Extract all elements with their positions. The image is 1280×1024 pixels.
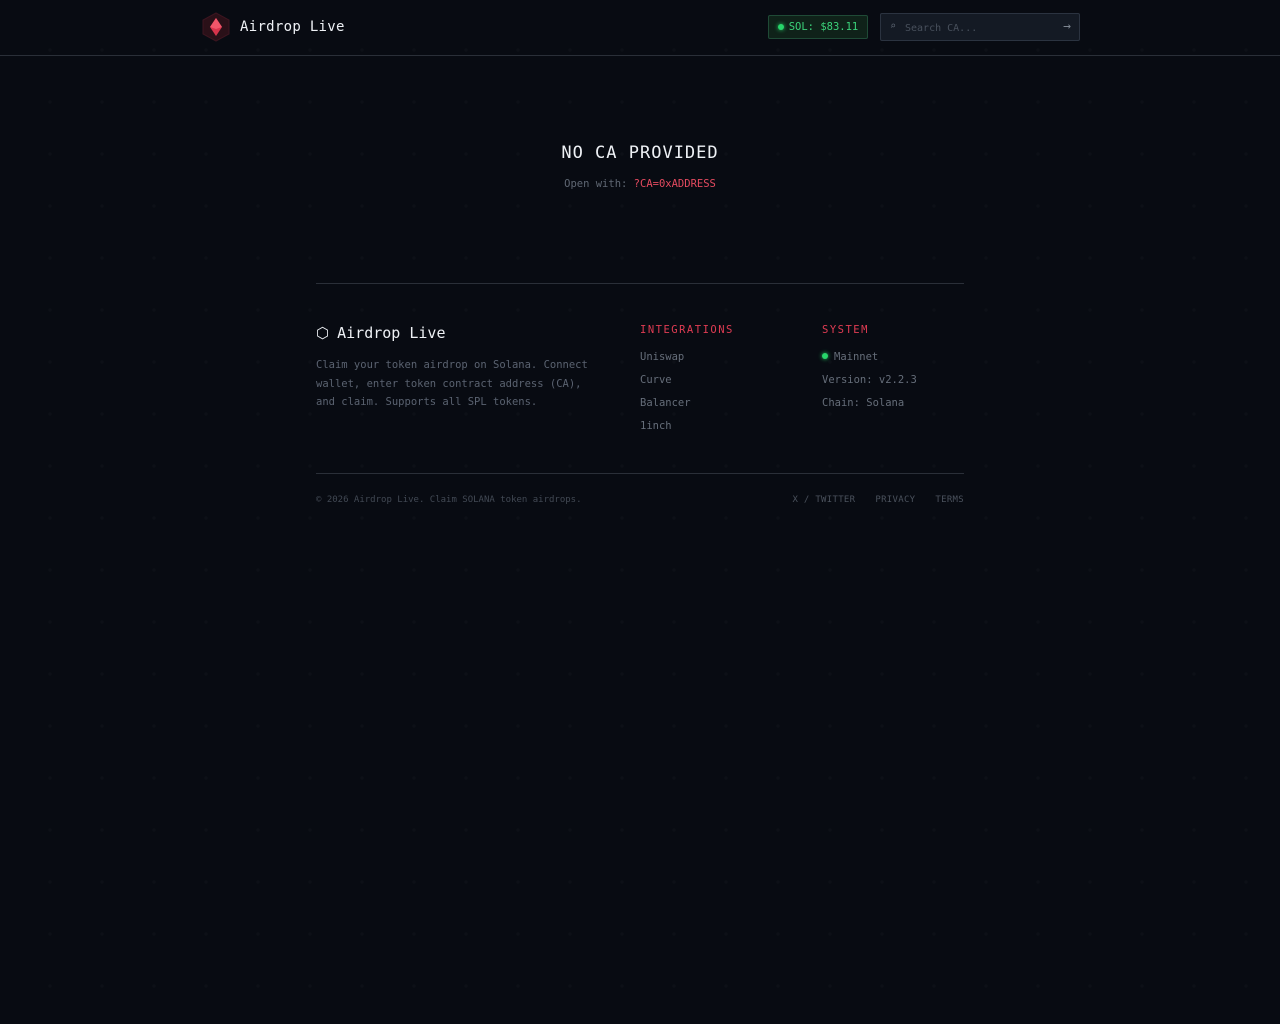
footer-brand: ⬡ Airdrop Live bbox=[316, 324, 445, 342]
copyright-text: © 2026 Airdrop Live. Claim SOLANA token … bbox=[316, 495, 582, 505]
integration-link-uniswap[interactable]: Uniswap bbox=[640, 351, 684, 363]
footer-brand-name: Airdrop Live bbox=[337, 324, 446, 342]
integrations-heading: INTEGRATIONS bbox=[640, 324, 734, 336]
hint-prefix: Open with: bbox=[564, 178, 628, 190]
empty-state-hint: Open with: ?CA=0xADDRESS bbox=[0, 178, 1280, 190]
logo-gem-icon bbox=[202, 12, 230, 42]
search-ca-input[interactable] bbox=[903, 18, 1047, 38]
hint-code: ?CA=0xADDRESS bbox=[633, 178, 716, 190]
network-name: Mainnet bbox=[834, 351, 879, 363]
search-submit-arrow-icon[interactable]: → bbox=[1063, 19, 1071, 34]
footer-description: Claim your token airdrop on Solana. Conn… bbox=[316, 359, 588, 408]
privacy-link[interactable]: PRIVACY bbox=[875, 495, 915, 505]
search-box: ⌕ → bbox=[880, 13, 1080, 41]
hexagon-icon: ⬡ bbox=[316, 324, 330, 342]
system-heading: SYSTEM bbox=[822, 324, 869, 336]
twitter-link[interactable]: X / TWITTER bbox=[792, 495, 855, 505]
integration-link-balancer[interactable]: Balancer bbox=[640, 397, 691, 409]
integrations-list: Uniswap Curve Balancer 1inch bbox=[640, 350, 691, 442]
integration-link-curve[interactable]: Curve bbox=[640, 374, 672, 386]
system-list: Mainnet Version: v2.2.3 Chain: Solana bbox=[822, 350, 917, 419]
search-icon: ⌕ bbox=[890, 21, 897, 32]
empty-state-title: NO CA PROVIDED bbox=[561, 143, 719, 163]
terms-link[interactable]: TERMS bbox=[935, 495, 964, 505]
sol-price-badge: SOL: $83.11 bbox=[768, 15, 868, 39]
footer-divider-bottom bbox=[316, 473, 964, 474]
sol-price-text: SOL: $83.11 bbox=[788, 21, 859, 33]
chain-info: Chain: Solana bbox=[822, 397, 905, 409]
version-info: Version: v2.2.3 bbox=[822, 374, 917, 386]
network-status-dot-icon bbox=[822, 353, 828, 359]
brand[interactable]: Airdrop Live bbox=[202, 12, 345, 42]
brand-name: Airdrop Live bbox=[240, 19, 345, 35]
top-header: Airdrop Live SOL: $83.11 ⌕ → bbox=[0, 0, 1280, 56]
footer-divider-top bbox=[316, 283, 964, 284]
network-status: Mainnet bbox=[822, 350, 917, 373]
live-status-dot-icon bbox=[777, 24, 784, 30]
integration-link-1inch[interactable]: 1inch bbox=[640, 420, 672, 432]
footer-links: X / TWITTER PRIVACY TERMS bbox=[792, 495, 964, 505]
